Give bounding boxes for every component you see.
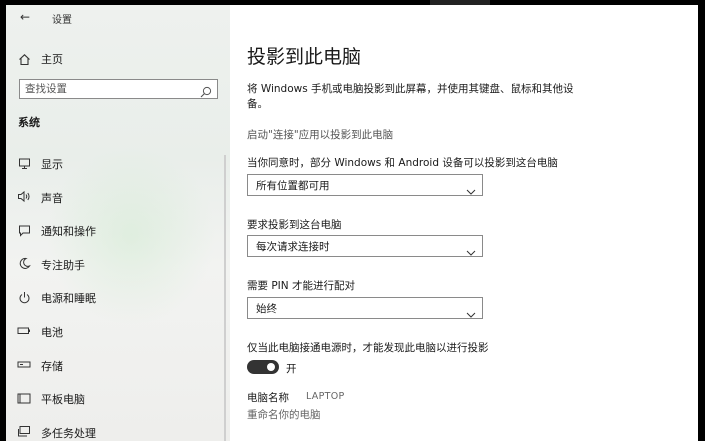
- section-title: 系统: [18, 116, 40, 129]
- pc-name-value: LAPTOP: [306, 391, 345, 402]
- sidebar-item-multitasking[interactable]: 多任务处理: [16, 421, 216, 441]
- search-input[interactable]: [25, 81, 195, 97]
- rename-pc-link[interactable]: 重命名你的电脑: [247, 407, 321, 422]
- availability-dropdown[interactable]: 所有位置都可用: [247, 174, 483, 196]
- pin-label: 需要 PIN 才能进行配对: [247, 280, 355, 292]
- dropdown-value: 所有位置都可用: [256, 180, 330, 192]
- home-icon: [16, 51, 32, 67]
- toggle-state-label: 开: [286, 363, 297, 375]
- display-icon: [16, 155, 32, 171]
- sidebar-item-tablet[interactable]: 平板电脑: [16, 387, 216, 421]
- sidebar-item-sound[interactable]: 声音: [16, 186, 216, 220]
- sidebar-item-label: 电源和睡眠: [41, 292, 96, 306]
- sidebar-item-display[interactable]: 显示: [16, 152, 216, 186]
- title-bar: ← 设置: [6, 5, 230, 31]
- notification-icon: [16, 222, 32, 238]
- window-title: 设置: [52, 15, 72, 26]
- chevron-down-icon: [466, 181, 476, 195]
- sidebar-scrollbar[interactable]: [224, 155, 226, 441]
- sidebar-item-label: 专注助手: [41, 258, 85, 272]
- sidebar-item-label: 平板电脑: [41, 393, 85, 407]
- moon-icon: [16, 256, 32, 272]
- sidebar-item-label: 声音: [41, 191, 63, 205]
- sidebar-item-label: 多任务处理: [41, 426, 96, 440]
- sidebar-item-power-sleep[interactable]: 电源和睡眠: [16, 286, 216, 320]
- power-icon: [16, 289, 32, 305]
- dropdown-value: 每次请求连接时: [256, 241, 330, 253]
- sidebar-item-notifications[interactable]: 通知和操作: [16, 219, 216, 253]
- power-only-toggle[interactable]: [247, 360, 279, 374]
- search-box[interactable]: [19, 79, 218, 99]
- launch-connect-link[interactable]: 启动"连接"应用以投影到此电脑: [247, 127, 393, 142]
- multitask-icon: [16, 424, 32, 440]
- sidebar-item-label: 电池: [41, 325, 63, 339]
- page-title: 投影到此电脑: [247, 46, 362, 68]
- sidebar-item-home[interactable]: 主页: [16, 49, 216, 69]
- page-description: 将 Windows 手机或电脑投影到此屏幕，并使用其键盘、鼠标和其他设备。: [247, 83, 574, 110]
- sidebar-item-label: 显示: [41, 158, 63, 171]
- chevron-down-icon: [466, 242, 476, 256]
- request-dropdown[interactable]: 每次请求连接时: [247, 235, 483, 257]
- availability-label: 当你同意时，部分 Windows 和 Android 设备可以投影到这台电脑: [247, 157, 558, 169]
- sidebar: ← 设置 主页 系统 显示: [6, 5, 230, 441]
- chevron-down-icon: [466, 304, 476, 318]
- sidebar-nav-list: 显示 声音 通知和操作 专注助手 电源和睡眠 电池 存储 平板电脑 多任务处理: [16, 152, 226, 441]
- pc-name-label: 电脑名称: [247, 392, 289, 404]
- battery-icon: [16, 323, 32, 339]
- request-label: 要求投影到这台电脑: [247, 219, 342, 231]
- toggle-knob: [267, 363, 275, 371]
- storage-icon: [16, 357, 32, 373]
- sidebar-item-label: 存储: [41, 359, 63, 373]
- sidebar-item-focus-assist[interactable]: 专注助手: [16, 253, 216, 287]
- sidebar-item-label: 通知和操作: [41, 225, 96, 239]
- dropdown-value: 始终: [256, 303, 277, 315]
- sidebar-item-storage[interactable]: 存储: [16, 354, 216, 388]
- tablet-icon: [16, 390, 32, 406]
- sidebar-item-label: 主页: [41, 53, 63, 66]
- search-icon[interactable]: [200, 83, 212, 98]
- pin-dropdown[interactable]: 始终: [247, 297, 483, 319]
- settings-window: ← 设置 主页 系统 显示: [6, 5, 698, 441]
- speaker-icon: [16, 189, 32, 205]
- power-only-label: 仅当此电脑接通电源时，才能发现此电脑以进行投影: [247, 342, 489, 354]
- main-content: 投影到此电脑 将 Windows 手机或电脑投影到此屏幕，并使用其键盘、鼠标和其…: [230, 5, 698, 441]
- sidebar-item-battery[interactable]: 电池: [16, 320, 216, 354]
- back-arrow-icon[interactable]: ←: [16, 9, 34, 25]
